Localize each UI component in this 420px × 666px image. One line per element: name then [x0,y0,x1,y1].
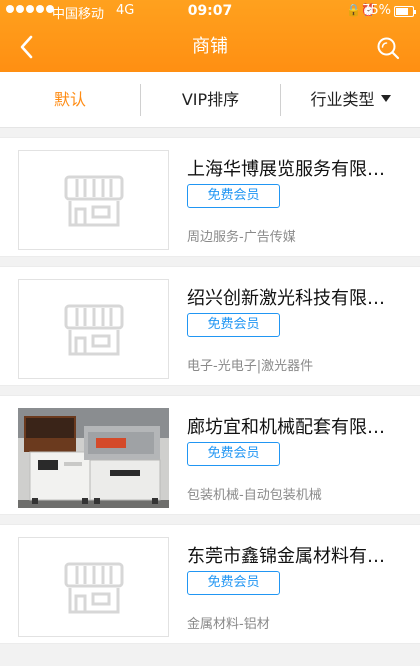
tab-industry-label: 行业类型 [310,90,375,109]
tab-default[interactable]: 默认 [0,72,140,128]
membership-badge: 免费会员 [187,571,280,595]
app-header: 中国移动 4G 09:07 🔒⏰ 75% 商铺 [0,0,420,72]
shop-name: 上海华博展览服务有限公司 [187,159,402,180]
shop-list-item[interactable]: 东莞市鑫锦金属材料有限公司 免费会员 金属材料-铝材 [0,524,420,644]
page-title: 商铺 [192,36,228,57]
shop-thumbnail [18,279,169,379]
shop-name: 东莞市鑫锦金属材料有限公司 [187,546,402,567]
status-bar: 中国移动 4G 09:07 🔒⏰ 75% [0,0,420,24]
search-icon [377,37,400,60]
battery-fill [396,8,408,15]
placeholder-shop-icon [64,562,124,614]
machine-illustration [18,408,169,508]
shop-list-item[interactable]: 廊坊宜和机械配套有限公司 免费会员 包装机械-自动包装机械 [0,395,420,515]
shop-thumbnail [18,408,169,508]
placeholder-shop-icon [64,304,124,356]
shop-category: 包装机械-自动包装机械 [187,488,322,503]
tab-vip-sort[interactable]: VIP排序 [141,72,280,128]
battery-icon [394,6,416,17]
shop-name: 绍兴创新激光科技有限公司 [187,288,402,309]
shop-list-item[interactable]: 上海华博展览服务有限公司 免费会员 周边服务-广告传媒 [0,137,420,257]
shop-category: 电子-光电子|激光器件 [187,359,314,374]
placeholder-shop-icon [64,175,124,227]
caret-down-icon [380,95,391,102]
membership-badge: 免费会员 [187,442,280,466]
shop-list-item[interactable]: 绍兴创新激光科技有限公司 免费会员 电子-光电子|激光器件 [0,266,420,386]
shrink-wrap-machine-photo [18,408,169,508]
shop-category: 金属材料-铝材 [187,617,270,632]
membership-badge: 免费会员 [187,184,280,208]
sort-tab-bar: 默认 VIP排序 行业类型 [0,72,420,128]
membership-badge: 免费会员 [187,313,280,337]
search-button[interactable] [376,36,400,60]
shop-name: 廊坊宜和机械配套有限公司 [187,417,402,438]
tab-industry-type[interactable]: 行业类型 [281,72,420,128]
shop-thumbnail [18,537,169,637]
shop-category: 周边服务-广告传媒 [187,230,296,245]
shop-list: 上海华博展览服务有限公司 免费会员 周边服务-广告传媒 绍兴创新激光科技有限公司… [0,128,420,644]
battery-percent: 75% [362,3,391,18]
shop-thumbnail [18,150,169,250]
